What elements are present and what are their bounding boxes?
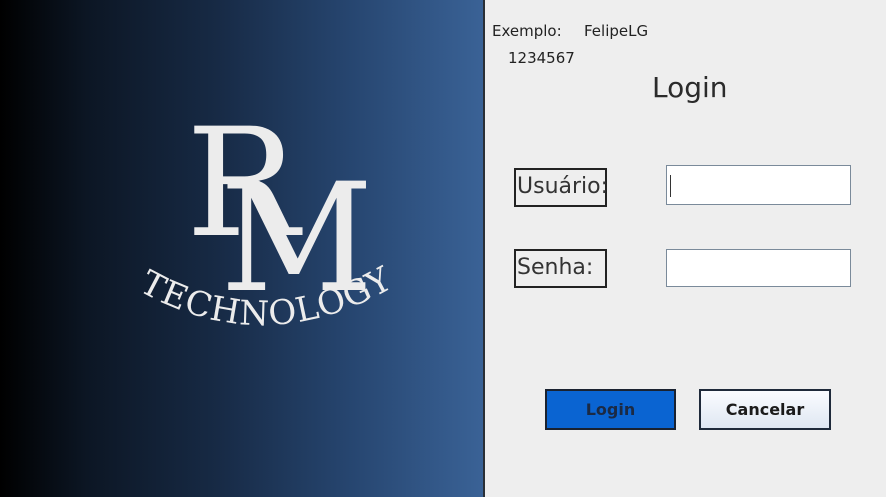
page-title: Login <box>652 71 728 104</box>
example-label: Exemplo: <box>492 22 562 40</box>
cancel-button[interactable]: Cancelar <box>699 389 831 430</box>
branding-panel: R M TECHNOLOGY <box>0 0 483 497</box>
example-user: FelipeLG <box>584 22 649 40</box>
rm-technology-logo: R M TECHNOLOGY <box>134 105 398 334</box>
panel-divider <box>483 0 485 497</box>
password-label: Senha: <box>514 249 607 288</box>
user-input[interactable] <box>666 165 851 205</box>
text-caret <box>670 175 671 197</box>
example-password: 1234567 <box>508 49 575 67</box>
login-button[interactable]: Login <box>545 389 676 430</box>
user-label: Usuário: <box>514 168 608 207</box>
password-input[interactable] <box>666 249 851 287</box>
